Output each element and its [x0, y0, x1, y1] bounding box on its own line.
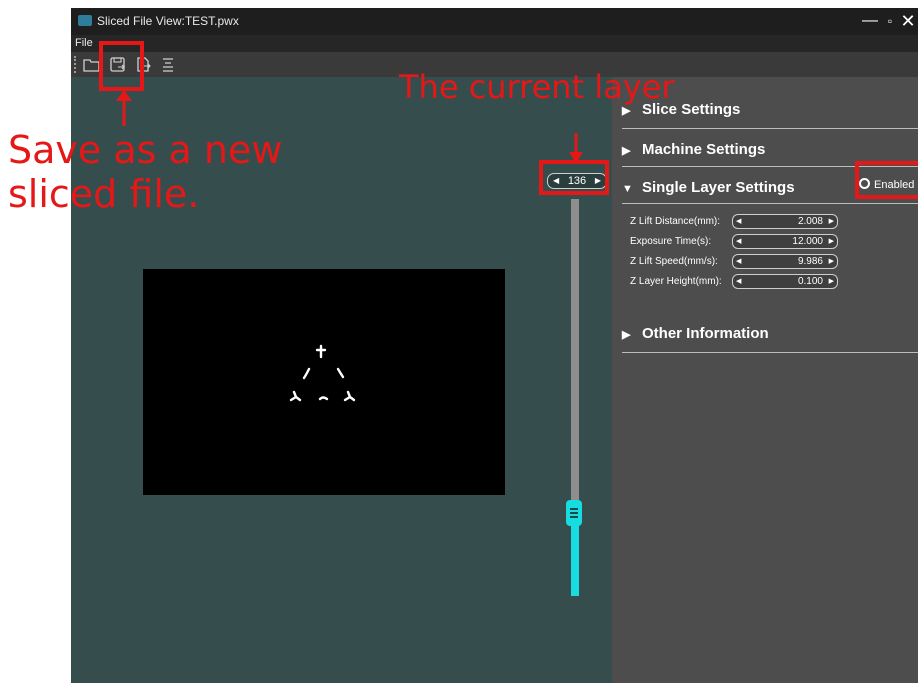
annotation-box-current-layer [539, 160, 609, 195]
layer-preview [143, 269, 505, 495]
divider [622, 352, 918, 353]
list-icon[interactable] [159, 56, 177, 73]
decrement-icon[interactable]: ◀ [736, 235, 741, 248]
exposure-time-spinbox[interactable]: ◀ 12.000 ▶ [732, 234, 838, 249]
z-lift-speed-value: 9.986 [797, 256, 823, 267]
increment-icon[interactable]: ▶ [829, 275, 834, 288]
section-machine-settings[interactable]: ▶ Machine Settings [622, 141, 765, 163]
param-label-z-lift-distance: Z Lift Distance(mm): [630, 216, 721, 227]
increment-icon[interactable]: ▶ [829, 235, 834, 248]
decrement-icon[interactable]: ◀ [736, 215, 741, 228]
divider [622, 128, 918, 129]
divider [622, 203, 918, 204]
increment-icon[interactable]: ▶ [829, 215, 834, 228]
param-label-z-layer-height: Z Layer Height(mm): [630, 276, 722, 287]
window-title: Sliced File View:TEST.pwx [97, 14, 239, 28]
menu-bar: File [71, 35, 918, 52]
exposure-time-value: 12.000 [792, 236, 823, 247]
z-lift-distance-spinbox[interactable]: ◀ 2.008 ▶ [732, 214, 838, 229]
decrement-icon[interactable]: ◀ [736, 255, 741, 268]
annotation-box-save-as [99, 41, 144, 91]
collapsed-triangle-icon: ▶ [622, 145, 631, 157]
section-single-layer-settings[interactable]: ▼ Single Layer Settings [622, 179, 795, 201]
app-window: Sliced File View:TEST.pwx — ▫ ✕ File ◀ 1… [71, 8, 918, 683]
annotation-layer-note: The current layer [399, 68, 675, 106]
collapsed-triangle-icon: ▶ [622, 329, 631, 341]
param-label-exposure-time: Exposure Time(s): [630, 236, 712, 247]
z-layer-height-spinbox[interactable]: ◀ 0.100 ▶ [732, 274, 838, 289]
layer-slider-handle[interactable] [566, 500, 582, 526]
z-layer-height-value: 0.100 [797, 276, 823, 287]
decrement-icon[interactable]: ◀ [736, 275, 741, 288]
annotation-arrow-up-icon [116, 90, 132, 126]
section-other-information[interactable]: ▶ Other Information [622, 325, 769, 347]
param-label-z-lift-speed: Z Lift Speed(mm/s): [630, 256, 718, 267]
layer-slider-fill [571, 525, 579, 596]
annotation-save-note: Save as a new sliced file. [8, 128, 283, 216]
menu-file[interactable]: File [75, 37, 93, 49]
title-bar: Sliced File View:TEST.pwx — ▫ ✕ [71, 8, 918, 35]
z-lift-speed-spinbox[interactable]: ◀ 9.986 ▶ [732, 254, 838, 269]
z-lift-distance-value: 2.008 [797, 216, 823, 227]
app-icon [78, 15, 92, 26]
expanded-triangle-icon: ▼ [622, 183, 633, 195]
close-icon[interactable]: ✕ [897, 9, 918, 33]
annotation-box-enabled [855, 161, 918, 199]
increment-icon[interactable]: ▶ [829, 255, 834, 268]
minimize-icon[interactable]: — [859, 9, 881, 33]
toolbar-grip[interactable] [74, 56, 78, 73]
